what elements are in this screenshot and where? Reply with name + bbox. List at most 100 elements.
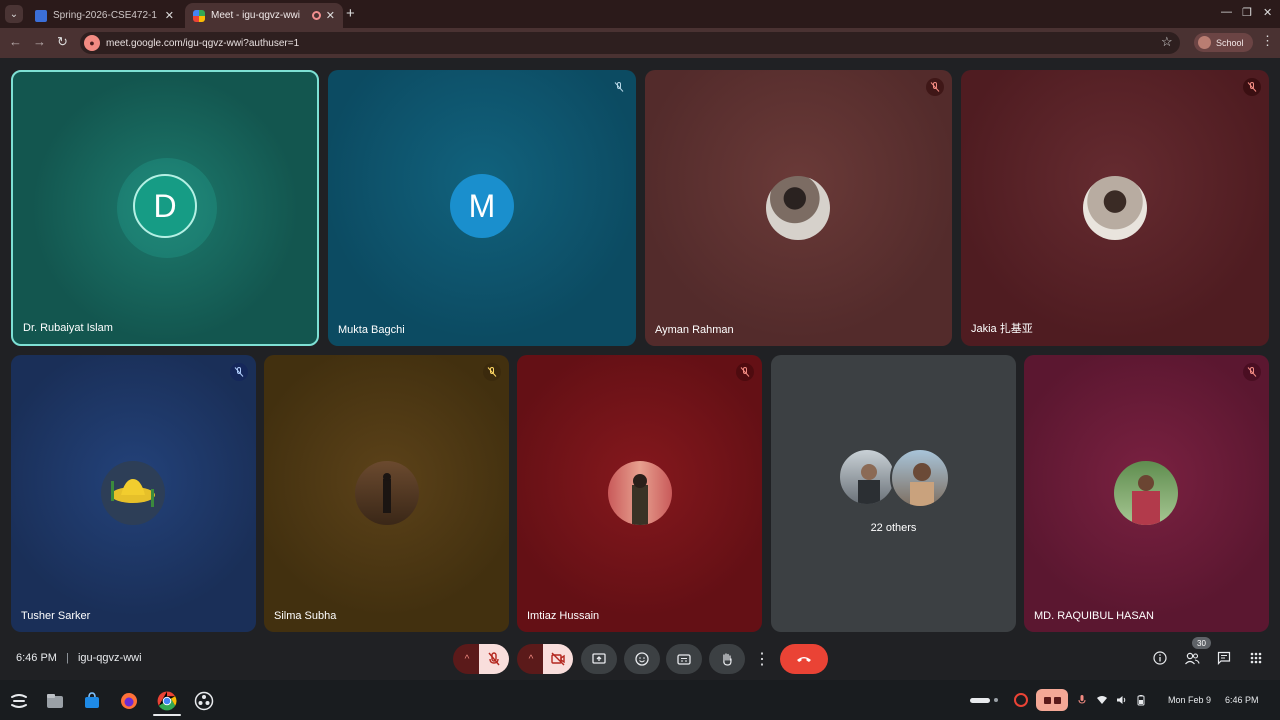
participant-name: Silma Subha — [274, 610, 337, 622]
participant-tile[interactable]: M Mukta Bagchi — [328, 70, 636, 346]
dot-indicator-icon — [994, 698, 998, 702]
reload-button[interactable]: ↻ — [57, 34, 68, 50]
battery-icon — [1137, 695, 1145, 706]
address-bar[interactable]: ● meet.google.com/igu-qgvz-wwi?authuser=… — [80, 32, 1180, 54]
meeting-controls: 6:46 PM | igu-qgvz-wwi ^ ^ ⋮ — [0, 636, 1280, 680]
chrome-icon[interactable] — [153, 690, 181, 716]
tab-classroom[interactable]: Spring-2026-CSE472-1 SE ✕ — [27, 3, 182, 28]
url-text: meet.google.com/igu-qgvz-wwi?authuser=1 — [106, 37, 300, 49]
new-tab-button[interactable]: + — [346, 5, 355, 22]
participant-tile[interactable]: Imtiaz Hussain — [517, 355, 762, 632]
profile-label: School — [1216, 37, 1244, 48]
close-tab-icon[interactable]: ✕ — [165, 9, 174, 22]
microphone-icon — [1078, 695, 1086, 704]
participant-tile[interactable]: MD. RAQUIBUL HASAN — [1024, 355, 1269, 632]
hang-up-icon — [797, 657, 811, 662]
participant-tile[interactable]: D Dr. Rubaiyat Islam — [11, 70, 319, 346]
avatar — [766, 176, 830, 240]
audio-options-button[interactable]: ^ — [453, 644, 481, 674]
recording-indicator-icon — [311, 11, 321, 20]
present-screen-button[interactable] — [581, 644, 617, 674]
mic-off-icon — [610, 78, 628, 96]
browser-chrome: ⌄ Spring-2026-CSE472-1 SE ✕ Meet - igu-q… — [0, 0, 1280, 58]
profile-avatar — [1198, 36, 1211, 49]
pill-indicator-icon — [970, 697, 990, 703]
avatar — [1114, 461, 1178, 525]
emoji-icon — [635, 652, 649, 666]
others-label: 22 others — [870, 522, 917, 534]
leave-call-button[interactable] — [780, 644, 828, 674]
shelf-time: 6:46 PM — [1225, 695, 1259, 705]
browser-menu-icon[interactable]: ⋮ — [1261, 33, 1274, 49]
more-options-icon[interactable]: ⋮ — [752, 644, 772, 674]
mic-off-icon — [230, 363, 248, 381]
os-shelf: Mon Feb 9 6:46 PM — [0, 680, 1280, 720]
meet-favicon-icon — [193, 9, 205, 22]
reactions-button[interactable] — [624, 644, 660, 674]
bookmark-star-icon[interactable]: ☆ — [1161, 34, 1173, 50]
volume-icon — [1117, 696, 1126, 704]
participant-tile[interactable]: Ayman Rahman — [645, 70, 952, 346]
tab-search-button[interactable]: ⌄ — [5, 5, 23, 23]
play-store-icon[interactable] — [81, 690, 103, 712]
mic-off-icon — [483, 363, 501, 381]
shelf-date: Mon Feb 9 — [1168, 695, 1212, 705]
mic-off-icon — [1243, 363, 1261, 381]
meeting-info-icon[interactable] — [1152, 650, 1168, 666]
active-app-indicator — [153, 714, 181, 716]
participant-name: Dr. Rubaiyat Islam — [23, 322, 113, 334]
video-options-button[interactable]: ^ — [517, 644, 545, 674]
record-status-icon — [1014, 693, 1028, 707]
microphone-toggle-button[interactable] — [479, 644, 509, 674]
status-tray[interactable]: Mon Feb 9 6:46 PM — [970, 688, 1259, 712]
participant-tile[interactable]: Tusher Sarker — [11, 355, 256, 632]
mic-off-icon — [736, 363, 754, 381]
camera-off-icon — [551, 652, 565, 666]
classroom-favicon-icon — [35, 9, 47, 22]
forward-button[interactable]: → — [33, 34, 46, 49]
participant-name: Mukta Bagchi — [338, 324, 405, 336]
mic-off-icon — [1243, 78, 1261, 96]
tab-title: Meet - igu-qgvz-wwi — [211, 10, 300, 21]
profile-button[interactable]: School — [1194, 33, 1253, 52]
participant-name: Tusher Sarker — [21, 610, 91, 622]
avatar: D — [133, 174, 197, 238]
meeting-code: igu-qgvz-wwi — [77, 652, 142, 664]
avatar — [890, 448, 950, 508]
close-tab-icon[interactable]: ✕ — [326, 9, 335, 22]
participant-name: Jakia 扎基亚 — [971, 323, 1033, 335]
participant-tile[interactable]: Silma Subha — [264, 355, 509, 632]
files-app-icon[interactable] — [44, 690, 66, 712]
captions-button[interactable] — [666, 644, 702, 674]
participant-count-badge: 30 — [1192, 637, 1211, 649]
mic-off-icon — [488, 652, 500, 666]
launcher-icon[interactable] — [8, 690, 30, 712]
camera-toggle-button[interactable] — [543, 644, 573, 674]
hand-icon — [723, 653, 732, 666]
participant-name: Ayman Rahman — [655, 324, 734, 336]
tab-meet[interactable]: Meet - igu-qgvz-wwi ✕ — [185, 3, 343, 28]
avatar — [608, 461, 672, 525]
back-button[interactable]: ← — [9, 34, 22, 49]
participant-tile[interactable]: Jakia 扎基亚 — [961, 70, 1269, 346]
chat-icon[interactable] — [1216, 650, 1232, 666]
avatar: M — [450, 174, 514, 238]
meeting-stage: D Dr. Rubaiyat Islam M Mukta Bagchi Ayma… — [0, 58, 1280, 680]
others-tile[interactable]: 22 others — [771, 355, 1016, 632]
present-icon — [592, 653, 606, 664]
mic-off-icon — [926, 78, 944, 96]
avatar — [355, 461, 419, 525]
firefox-icon[interactable] — [118, 690, 140, 712]
minimize-button[interactable]: — — [1221, 6, 1232, 18]
restore-button[interactable]: ❐ — [1242, 6, 1252, 19]
microphone-in-use-icon[interactable]: ● — [84, 35, 100, 51]
avatar — [838, 448, 896, 506]
separator: | — [66, 652, 69, 664]
close-window-button[interactable]: ✕ — [1263, 6, 1272, 19]
tab-strip: ⌄ Spring-2026-CSE472-1 SE ✕ Meet - igu-q… — [0, 0, 1280, 28]
wifi-icon — [1097, 696, 1107, 704]
obs-studio-icon[interactable] — [193, 690, 215, 712]
activities-icon[interactable] — [1248, 650, 1264, 666]
people-icon[interactable] — [1184, 650, 1200, 666]
raise-hand-button[interactable] — [709, 644, 745, 674]
